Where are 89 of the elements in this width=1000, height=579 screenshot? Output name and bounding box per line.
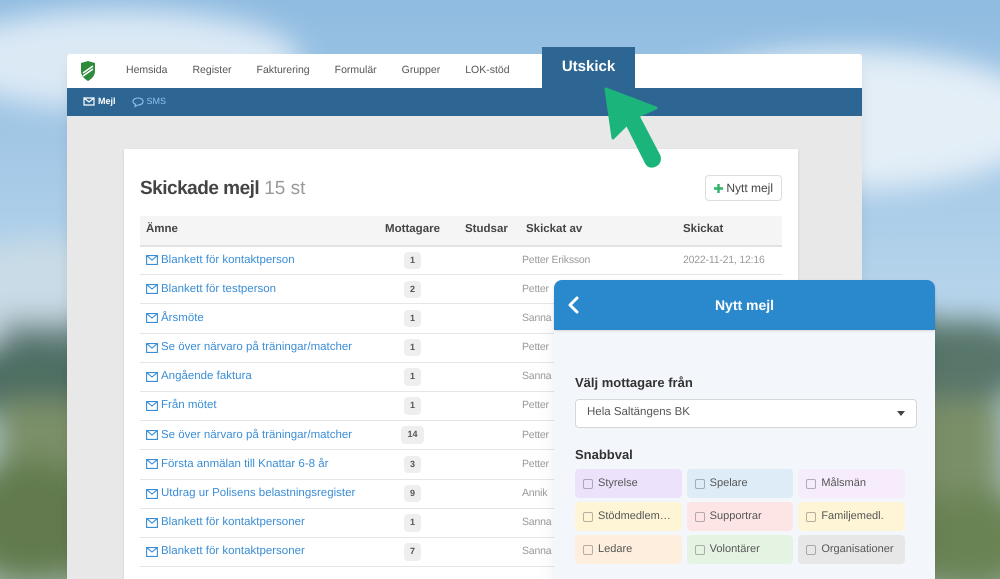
column-header: Ämne xyxy=(140,216,360,246)
envelope-icon xyxy=(146,459,158,470)
quick-select-chip[interactable]: Ledare xyxy=(575,535,682,564)
count-badge: 1 xyxy=(404,310,421,328)
recipients-select[interactable]: Hela Saltängens BK xyxy=(575,398,917,428)
envelope-icon xyxy=(146,342,158,353)
field-label: Välj mottagare från xyxy=(575,374,694,392)
page-title: Skickade mejl xyxy=(140,177,260,201)
sender-cell: Petter xyxy=(522,458,549,470)
count-badge: 3 xyxy=(404,456,421,474)
quick-select-chip[interactable]: Styrelse xyxy=(575,469,682,498)
sender-cell: Sanna xyxy=(522,545,552,558)
speech-bubble-icon xyxy=(132,96,144,108)
sender-cell: Petter xyxy=(522,341,549,354)
subject-link[interactable]: Blankett för kontaktperson xyxy=(146,252,360,269)
column-header: Mottagare xyxy=(360,216,465,246)
panel-title: Nytt mejl xyxy=(714,296,774,315)
sender-cell: Sanna xyxy=(522,312,552,324)
count-badge: 1 xyxy=(404,397,421,415)
sender-cell: Sanna xyxy=(522,370,552,382)
sub-tab[interactable]: SMS xyxy=(132,95,166,109)
logo-icon[interactable] xyxy=(80,61,96,81)
nav-tab[interactable]: Formulär xyxy=(334,63,377,79)
subject-link[interactable]: Se över närvaro på träningar/matcher xyxy=(146,339,360,356)
envelope-icon xyxy=(146,401,158,412)
nav-tab[interactable]: Fakturering xyxy=(256,63,310,79)
envelope-icon xyxy=(146,313,158,324)
checkbox[interactable] xyxy=(694,512,705,522)
quick-select-chip[interactable]: Volontärer xyxy=(686,535,794,564)
plus-icon xyxy=(714,184,724,193)
count-badge: 1 xyxy=(404,514,421,532)
count-badge: 1 xyxy=(404,368,421,386)
checkbox[interactable] xyxy=(694,544,705,554)
new-mail-button[interactable]: Nytt mejl xyxy=(705,175,782,202)
subject-link[interactable]: Blankett för testperson xyxy=(146,280,360,298)
sender-cell: Annik xyxy=(522,486,548,499)
sender-cell: Petter xyxy=(522,399,549,412)
count-badge: 1 xyxy=(404,252,421,270)
envelope-icon xyxy=(146,430,158,440)
envelope-icon xyxy=(146,518,158,528)
envelope-icon xyxy=(146,284,158,294)
quick-select-chip[interactable]: Supportrar xyxy=(686,502,794,531)
count-badge: 7 xyxy=(404,543,421,561)
envelope-icon xyxy=(146,488,158,499)
quick-select-chip[interactable]: Målsmän xyxy=(798,469,905,498)
subject-link[interactable]: Blankett för kontaktpersoner xyxy=(146,514,360,532)
subject-link[interactable]: Årsmöte xyxy=(146,310,360,328)
sender-cell: Petter Eriksson xyxy=(522,254,590,266)
quick-select-chip[interactable]: Spelare xyxy=(686,469,794,498)
checkbox[interactable] xyxy=(583,512,593,522)
count-badge: 1 xyxy=(404,338,421,356)
sender-cell: Petter xyxy=(522,282,549,295)
count-label: 15 st xyxy=(264,177,306,201)
count-badge: 2 xyxy=(404,280,421,298)
envelope-icon xyxy=(146,255,158,266)
envelope-icon xyxy=(146,546,158,557)
envelope-icon xyxy=(146,372,158,382)
section-label: Snabbval xyxy=(575,446,634,464)
date-cell: 2022-11-21, 12:16 xyxy=(683,254,765,266)
quick-select-chip[interactable]: Familjemedl. xyxy=(798,502,905,531)
count-badge: 14 xyxy=(401,426,424,444)
sender-cell: Petter xyxy=(522,428,549,441)
subject-link[interactable]: Utdrag ur Polisens belastningsregister xyxy=(146,484,360,502)
subject-link[interactable]: Blankett för kontaktpersoner xyxy=(146,543,360,561)
back-icon[interactable] xyxy=(567,296,579,314)
nav-tab[interactable]: Utskick xyxy=(542,47,635,88)
nav-tab[interactable]: LOK-stöd xyxy=(465,63,510,79)
nav-tab[interactable]: Grupper xyxy=(402,63,440,79)
column-header: Skickat xyxy=(677,216,782,246)
nav-tab[interactable]: Hemsida xyxy=(126,63,168,79)
checkbox[interactable] xyxy=(806,512,816,522)
nav-tab[interactable]: Register xyxy=(192,63,232,79)
checkbox[interactable] xyxy=(583,478,593,488)
envelope-icon xyxy=(83,96,95,108)
subject-link[interactable]: Från mötet xyxy=(146,397,360,415)
sender-cell: Sanna xyxy=(522,516,552,528)
checkbox[interactable] xyxy=(806,544,816,554)
quick-select-chip[interactable]: Organisationer xyxy=(798,535,905,564)
checkbox[interactable] xyxy=(583,544,593,554)
checkbox[interactable] xyxy=(694,478,705,488)
subject-link[interactable]: Angående faktura xyxy=(146,368,360,386)
subject-link[interactable]: Första anmälan till Knattar 6-8 år xyxy=(146,456,360,474)
quick-select-chip[interactable]: Stödmedlem… xyxy=(575,502,682,531)
sub-tab[interactable]: Mejl xyxy=(83,95,116,109)
subject-link[interactable]: Se över närvaro på träningar/matcher xyxy=(146,426,360,444)
count-badge: 9 xyxy=(404,484,421,502)
column-header: Skickat av xyxy=(520,216,677,246)
column-header: Studsar xyxy=(465,216,520,246)
checkbox[interactable] xyxy=(806,478,816,488)
